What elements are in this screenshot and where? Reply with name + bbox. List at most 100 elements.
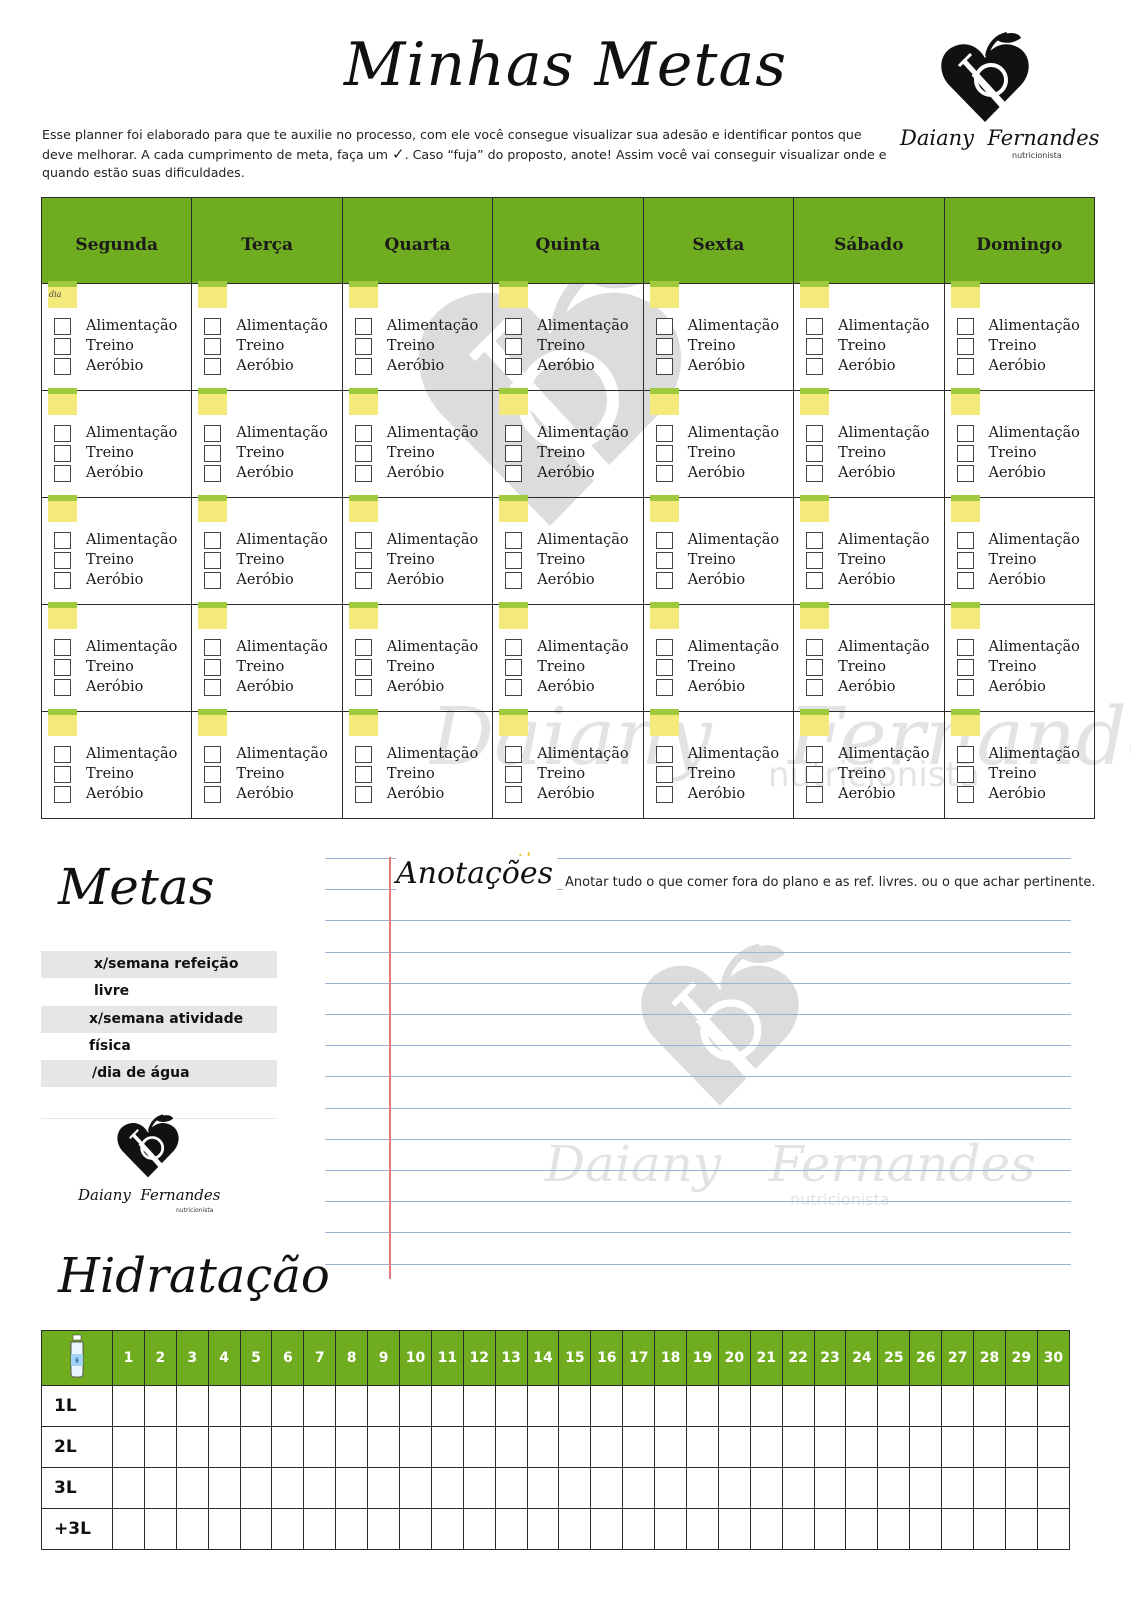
hydration-cell[interactable] [462, 1467, 496, 1509]
checkbox[interactable] [204, 678, 222, 696]
hydration-cell[interactable] [686, 1508, 719, 1550]
hydration-cell[interactable] [430, 1467, 464, 1509]
hydration-cell[interactable] [271, 1467, 305, 1509]
hydration-cell[interactable] [526, 1385, 560, 1427]
hydration-cell[interactable] [239, 1467, 273, 1509]
hydration-cell[interactable] [717, 1426, 751, 1468]
hydration-cell[interactable] [590, 1385, 624, 1427]
hydration-cell[interactable] [367, 1385, 401, 1427]
checkbox[interactable] [54, 444, 71, 462]
checkbox[interactable] [354, 337, 372, 355]
hydration-cell[interactable] [654, 1385, 688, 1427]
checkbox[interactable] [354, 464, 372, 482]
hydration-cell[interactable] [973, 1467, 1006, 1509]
hydration-cell[interactable] [399, 1385, 432, 1427]
hydration-cell[interactable] [654, 1467, 688, 1509]
hydration-cell[interactable] [335, 1508, 369, 1550]
hydration-cell[interactable] [877, 1508, 911, 1550]
hydration-cell[interactable] [845, 1385, 879, 1427]
hydration-cell[interactable] [654, 1508, 688, 1550]
checkbox[interactable] [655, 571, 673, 589]
hydration-cell[interactable] [622, 1385, 656, 1427]
hydration-cell[interactable] [303, 1467, 337, 1509]
checkbox[interactable] [806, 638, 824, 656]
goal-free-meal[interactable]: x/semana refeição livre [41, 951, 277, 999]
checkbox[interactable] [204, 444, 222, 462]
hydration-cell[interactable] [175, 1467, 209, 1509]
checkbox[interactable] [204, 745, 222, 763]
hydration-cell[interactable] [335, 1467, 369, 1509]
checkbox[interactable] [505, 337, 523, 355]
checkbox[interactable] [354, 444, 372, 462]
hydration-cell[interactable] [686, 1467, 719, 1509]
hydration-cell[interactable] [941, 1508, 975, 1550]
hydration-cell[interactable] [143, 1426, 177, 1468]
hydration-cell[interactable] [526, 1508, 560, 1550]
checkbox[interactable] [505, 551, 523, 569]
checkbox[interactable] [204, 571, 222, 589]
hydration-cell[interactable] [749, 1467, 783, 1509]
hydration-cell[interactable] [590, 1508, 624, 1550]
checkbox[interactable] [204, 638, 222, 656]
hydration-cell[interactable] [813, 1508, 847, 1550]
checkbox[interactable] [655, 785, 673, 803]
hydration-cell[interactable] [239, 1508, 273, 1550]
hydration-cell[interactable] [112, 1385, 145, 1427]
checkbox[interactable] [354, 551, 372, 569]
hydration-cell[interactable] [143, 1467, 177, 1509]
checkbox[interactable] [354, 765, 372, 783]
hydration-cell[interactable] [399, 1467, 432, 1509]
hydration-cell[interactable] [781, 1467, 815, 1509]
checkbox[interactable] [505, 638, 523, 656]
checkbox[interactable] [204, 464, 222, 482]
hydration-cell[interactable] [367, 1426, 401, 1468]
checkbox[interactable] [806, 678, 824, 696]
checkbox[interactable] [354, 424, 372, 442]
checkbox[interactable] [806, 464, 824, 482]
hydration-cell[interactable] [1036, 1426, 1071, 1468]
hydration-cell[interactable] [430, 1508, 464, 1550]
checkbox[interactable] [655, 745, 673, 763]
checkbox[interactable] [655, 678, 673, 696]
hydration-cell[interactable] [781, 1385, 815, 1427]
checkbox[interactable] [956, 444, 974, 462]
checkbox[interactable] [54, 658, 71, 676]
checkbox[interactable] [505, 571, 523, 589]
checkbox[interactable] [54, 464, 71, 482]
checkbox[interactable] [956, 571, 974, 589]
hydration-cell[interactable] [558, 1508, 592, 1550]
hydration-cell[interactable] [494, 1508, 528, 1550]
goal-physical-activity[interactable]: x/semana atividade física [41, 1006, 277, 1054]
hydration-cell[interactable] [494, 1426, 528, 1468]
checkbox[interactable] [655, 444, 673, 462]
hydration-cell[interactable] [590, 1426, 624, 1468]
checkbox[interactable] [54, 765, 71, 783]
hydration-cell[interactable] [367, 1467, 401, 1509]
hydration-cell[interactable] [686, 1426, 719, 1468]
hydration-cell[interactable] [845, 1467, 879, 1509]
checkbox[interactable] [54, 424, 71, 442]
hydration-cell[interactable] [622, 1426, 656, 1468]
hydration-cell[interactable] [462, 1426, 496, 1468]
checkbox[interactable] [505, 357, 523, 375]
checkbox[interactable] [204, 357, 222, 375]
hydration-cell[interactable] [430, 1385, 464, 1427]
hydration-cell[interactable] [622, 1467, 656, 1509]
checkbox[interactable] [806, 658, 824, 676]
checkbox[interactable] [956, 317, 974, 335]
checkbox[interactable] [54, 337, 71, 355]
checkbox[interactable] [956, 658, 974, 676]
checkbox[interactable] [956, 531, 974, 549]
hydration-cell[interactable] [494, 1385, 528, 1427]
checkbox[interactable] [956, 357, 974, 375]
hydration-cell[interactable] [717, 1385, 751, 1427]
hydration-cell[interactable] [335, 1426, 369, 1468]
hydration-cell[interactable] [271, 1508, 305, 1550]
checkbox[interactable] [54, 357, 71, 375]
hydration-cell[interactable] [175, 1508, 209, 1550]
hydration-cell[interactable] [143, 1385, 177, 1427]
checkbox[interactable] [354, 745, 372, 763]
checkbox[interactable] [655, 464, 673, 482]
hydration-cell[interactable] [686, 1385, 719, 1427]
checkbox[interactable] [505, 678, 523, 696]
